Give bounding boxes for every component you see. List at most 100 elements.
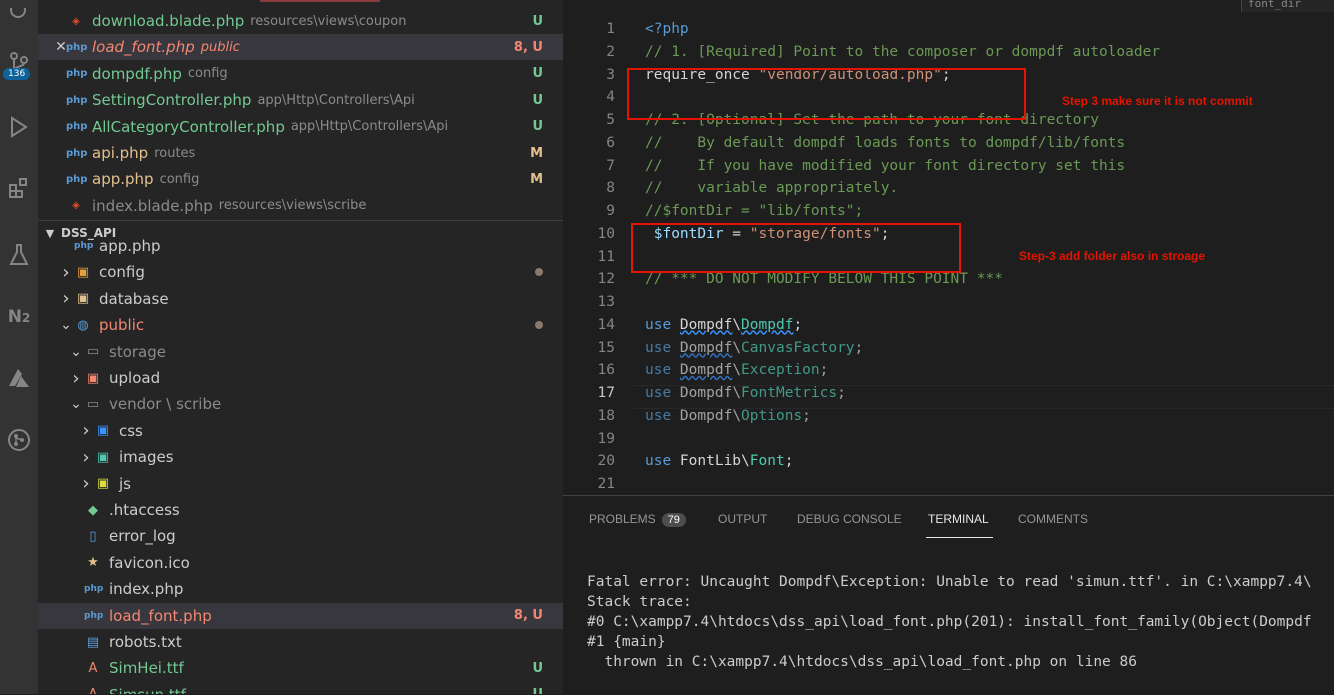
- file-name: index.blade.php: [92, 196, 213, 215]
- code-content: //$fontDir = "lib/fonts";: [645, 203, 863, 219]
- code-content: use Dompdf\Dompdf;: [645, 317, 802, 333]
- code-line[interactable]: 16 use Dompdf\Exception;: [563, 362, 1334, 385]
- tree-item[interactable]: ◆ .htaccess: [38, 497, 563, 523]
- code-line[interactable]: 18 use Dompdf\Options;: [563, 408, 1334, 431]
- open-editor-item[interactable]: ◈ download.blade.php resources\views\coupo…: [38, 8, 563, 34]
- code-line[interactable]: 21: [563, 476, 1334, 495]
- chevron-right-icon[interactable]: ›: [58, 288, 74, 309]
- tree-item[interactable]: › ▣ database: [38, 286, 563, 312]
- chevron-down-icon[interactable]: ⌄: [58, 317, 74, 333]
- chevron-right-icon[interactable]: ›: [78, 473, 94, 494]
- tab-problems[interactable]: PROBLEMS 79: [589, 512, 686, 527]
- open-editor-item[interactable]: php dompdf.php config U: [38, 61, 563, 87]
- open-editor-item[interactable]: php app.php config M: [38, 166, 563, 192]
- tree-item[interactable]: ⌄ ▭ vendor \ scribe: [38, 391, 563, 417]
- git-status: 8, U: [513, 608, 543, 624]
- code-line[interactable]: 7 // If you have modified your font direc…: [563, 158, 1334, 181]
- chevron-right-icon[interactable]: ›: [78, 447, 94, 468]
- tree-item-label: .htaccess: [109, 501, 180, 519]
- open-editor-item[interactable]: php AllCategoryController.php app\Http\Con…: [38, 114, 563, 140]
- tree-item[interactable]: A SimHei.ttf U: [38, 655, 563, 681]
- class-name: FontMetrics: [741, 385, 838, 401]
- tree-item[interactable]: ▯ error_log: [38, 523, 563, 549]
- tree-item[interactable]: ⌄ ▭ storage: [38, 339, 563, 365]
- semicolon: ;: [784, 453, 794, 470]
- semicolon: ;: [854, 339, 864, 356]
- tree-item[interactable]: ⌄ ◍ public: [38, 312, 563, 338]
- code-line[interactable]: 8 // variable appropriately.: [563, 180, 1334, 203]
- php-file-icon: php: [66, 68, 88, 80]
- tree-item[interactable]: ▤ robots.txt: [38, 629, 563, 655]
- semicolon: ;: [837, 385, 846, 401]
- chevron-right-icon[interactable]: ›: [58, 262, 74, 283]
- line-number: 16: [597, 362, 615, 379]
- file-name: SettingController.php: [92, 91, 252, 110]
- ns-extension-icon[interactable]: N2: [0, 302, 38, 332]
- code-token: // *** DO NOT MODIFY BELOW THIS POINT **…: [645, 271, 1003, 288]
- tree-item-label: vendor \ scribe: [109, 395, 222, 414]
- tab-comments[interactable]: COMMENTS: [1018, 512, 1088, 526]
- open-editor-item[interactable]: php api.php routes M: [38, 140, 563, 166]
- extensions-icon[interactable]: [0, 173, 38, 203]
- tab-label: COMMENTS: [1018, 512, 1088, 526]
- annotation-box-require: [627, 68, 1026, 120]
- code-token: // 1. [Required] Point to the composer o…: [645, 43, 1161, 60]
- tab-terminal[interactable]: TERMINAL: [928, 512, 989, 526]
- blade-file-icon: ◈: [72, 200, 80, 212]
- chevron-down-icon[interactable]: ⌄: [68, 344, 84, 360]
- line-number: 17: [597, 385, 615, 401]
- explorer-sidebar: ◈ download.blade.php resources\views\coupo…: [38, 0, 563, 694]
- line-number: 15: [597, 339, 615, 356]
- scrolled-row-fragment: [38, 0, 563, 6]
- chevron-down-icon[interactable]: ⌄: [68, 396, 84, 412]
- namespace: Dompdf: [679, 339, 733, 356]
- code-line[interactable]: 19: [563, 431, 1334, 454]
- azure-icon[interactable]: [0, 363, 38, 393]
- tree-item[interactable]: › ▣ images: [38, 444, 563, 470]
- code-line[interactable]: 6 // By default dompdf loads fonts to dom…: [563, 135, 1334, 158]
- tree-item[interactable]: › ▣ config: [38, 259, 563, 285]
- tab-debug-console[interactable]: DEBUG CONSOLE: [797, 512, 902, 526]
- code-editor[interactable]: font_dir 1 <?php 2 // 1. [Required] Point t…: [563, 0, 1334, 495]
- tree-item[interactable]: › ▣ upload: [38, 365, 563, 391]
- php-file-icon: php: [66, 173, 88, 185]
- code-line[interactable]: 13: [563, 294, 1334, 317]
- editor-tab-fragment[interactable]: font_dir: [1241, 0, 1334, 12]
- tree-item[interactable]: php index.php: [38, 576, 563, 602]
- line-number: 19: [597, 430, 615, 447]
- tab-output[interactable]: OUTPUT: [718, 512, 767, 526]
- open-editor-item[interactable]: php SettingController.php app\Http\Control…: [38, 87, 563, 113]
- code-line[interactable]: 2 // 1. [Required] Point to the composer …: [563, 44, 1334, 67]
- tree-item[interactable]: php load_font.php 8, U: [38, 602, 563, 629]
- separator: \: [732, 339, 742, 356]
- file-name: dompdf.php: [92, 64, 182, 83]
- git-graph-icon[interactable]: [0, 425, 38, 455]
- search-icon[interactable]: [0, 0, 38, 30]
- code-line[interactable]: 20 use FontLib\Font;: [563, 453, 1334, 476]
- line-number: 21: [597, 476, 615, 492]
- code-line[interactable]: 1 <?php: [563, 21, 1334, 44]
- testing-flask-icon[interactable]: [0, 240, 38, 270]
- open-editor-item[interactable]: ✕ php load_font.php public 8, U: [38, 34, 563, 61]
- separator: \: [732, 316, 742, 333]
- tree-item[interactable]: A Simsun.ttf U: [38, 682, 563, 694]
- chevron-right-icon[interactable]: ›: [78, 420, 94, 441]
- tree-item[interactable]: › ▣ css: [38, 418, 563, 444]
- run-debug-icon[interactable]: [0, 112, 38, 142]
- code-line[interactable]: 14 use Dompdf\Dompdf;: [563, 317, 1334, 340]
- code-token: // By default dompdf loads fonts to domp…: [645, 134, 1126, 151]
- tree-item-label: load_font.php: [109, 606, 212, 625]
- terminal-output[interactable]: Fatal error: Uncaught Dompdf\Exception: …: [587, 572, 1312, 672]
- open-editor-item[interactable]: ◈ index.blade.php resources\views\scribe: [38, 193, 563, 219]
- code-line[interactable]: 15 use Dompdf\CanvasFactory;: [563, 340, 1334, 363]
- tree-item-label: favicon.ico: [109, 553, 190, 572]
- chevron-right-icon[interactable]: ›: [68, 368, 84, 389]
- php-file-icon: php: [66, 41, 88, 53]
- tree-item-label: SimHei.ttf: [109, 659, 184, 678]
- tree-item[interactable]: › ▣ js: [38, 471, 563, 497]
- separator: \: [732, 407, 742, 424]
- tree-item[interactable]: ★ favicon.ico: [38, 550, 563, 576]
- code-line[interactable]: 17 use Dompdf\FontMetrics;: [563, 385, 1334, 408]
- tree-item[interactable]: php app.php: [38, 233, 563, 259]
- code-line[interactable]: 12 // *** DO NOT MODIFY BELOW THIS POINT …: [563, 271, 1334, 294]
